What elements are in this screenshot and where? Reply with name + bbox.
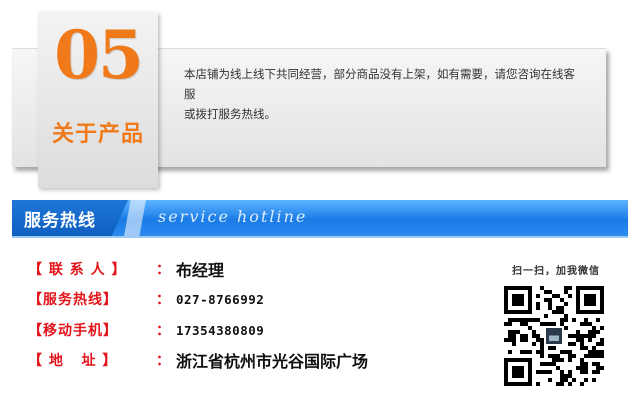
wechat-qr-code — [504, 286, 604, 386]
banner-underline — [12, 236, 628, 238]
contact-label: 【 联 系 人 】 — [28, 262, 127, 278]
contact-label: 【 地 址 】 — [28, 353, 118, 369]
contact-separator: ： — [156, 353, 170, 369]
notice-line-1: 本店铺为线上线下共同经营，部分商品没有上架，如有需要，请您咨询在线客服 — [184, 67, 575, 101]
notice-text: 本店铺为线上线下共同经营，部分商品没有上架，如有需要，请您咨询在线客服 或拨打服… — [184, 64, 584, 124]
mobile-number[interactable]: 17354380809 — [176, 323, 264, 338]
contact-separator: ： — [156, 262, 170, 278]
banner-divider-stripe — [124, 200, 146, 236]
section-number: 05 — [54, 16, 144, 94]
section-number-card: 05 关于产品 — [38, 12, 158, 188]
qr-caption: 扫一扫，加我微信 — [512, 266, 600, 277]
contact-row-hotline: 【服务热线】 ： 027-8766992 — [28, 288, 264, 310]
section-title: 关于产品 — [51, 122, 144, 147]
contact-label: 【服务热线】 — [28, 292, 118, 308]
contact-label: 【移动手机】 — [28, 323, 118, 339]
qr-code-icon — [504, 286, 604, 386]
address-value: 浙江省杭州市光谷国际广场 — [176, 352, 369, 371]
contact-row-mobile: 【移动手机】 ： 17354380809 — [28, 319, 264, 341]
contact-separator: ： — [156, 292, 170, 308]
contact-row-address: 【 地 址 】 ： 浙江省杭州市光谷国际广场 — [28, 349, 368, 371]
contact-separator: ： — [156, 323, 170, 339]
contact-person-value: 布经理 — [176, 261, 225, 280]
banner-title: 服务热线 — [24, 211, 96, 231]
service-hotline-banner: 服务热线 service hotline — [12, 200, 628, 236]
banner-subtitle: service hotline — [158, 207, 308, 226]
notice-line-2: 或拨打服务热线。 — [184, 107, 276, 121]
contact-row-person: 【 联 系 人 】 ： 布经理 — [28, 258, 224, 280]
hotline-number[interactable]: 027-8766992 — [176, 292, 264, 307]
